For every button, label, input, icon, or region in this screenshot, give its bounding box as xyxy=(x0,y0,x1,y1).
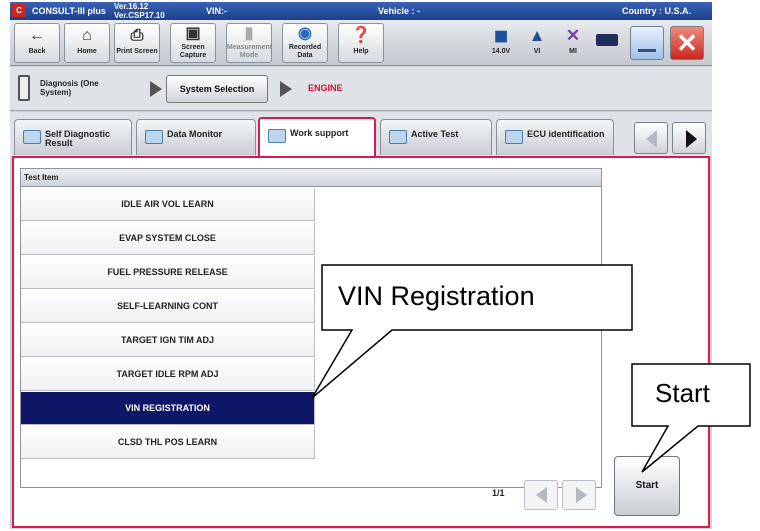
vi-status: ▲ VI xyxy=(520,24,554,55)
home-button[interactable]: ⌂ Home xyxy=(64,23,110,63)
start-callout-text: Start xyxy=(655,378,710,408)
home-icon: ⌂ xyxy=(82,27,92,44)
connector-icon xyxy=(596,34,618,46)
version-info: Ver.16.12 Ver.CSP17.10 xyxy=(114,2,165,20)
list-item[interactable]: TARGET IGN TIM ADJ xyxy=(21,324,315,357)
help-label: Help xyxy=(353,48,369,55)
list-item[interactable]: IDLE AIR VOL LEARN xyxy=(21,188,315,221)
list-item[interactable]: SELF-LEARNING CONT xyxy=(21,290,315,323)
list-item-selected[interactable]: VIN REGISTRATION xyxy=(21,392,315,425)
data-monitor-icon xyxy=(145,130,163,144)
country-label: Country : U.S.A. xyxy=(622,6,691,16)
tab-label: Self Diagnostic Result xyxy=(45,129,111,148)
ecu-identification-icon xyxy=(505,130,523,144)
consult-window: C CONSULT-III plus Ver.16.12 Ver.CSP17.1… xyxy=(10,2,712,529)
recorded-data-icon: ◉ xyxy=(298,25,312,42)
breadcrumb: Diagnosis (One System) System Selection … xyxy=(10,67,712,111)
version-line-2: Ver.CSP17.10 xyxy=(114,11,165,20)
home-label: Home xyxy=(77,48,97,55)
screen-capture-label: Screen Capture xyxy=(179,44,207,59)
close-button[interactable]: ✕ xyxy=(670,26,704,60)
screen-capture-button[interactable]: ▣ Screen Capture xyxy=(170,23,216,63)
back-button[interactable]: ← Back xyxy=(14,23,60,63)
left-arrow-icon xyxy=(536,487,547,503)
mi-label: MI xyxy=(569,48,577,55)
voltage-value: 14.0V xyxy=(491,48,511,55)
page-next-button[interactable] xyxy=(562,480,596,510)
back-label: Back xyxy=(28,48,46,55)
title-bar: C CONSULT-III plus Ver.16.12 Ver.CSP17.1… xyxy=(10,2,712,20)
left-arrow-icon xyxy=(646,130,657,148)
tab-label: Active Test xyxy=(411,129,459,139)
consult-logo-icon: C xyxy=(12,4,26,17)
vin-callout-text: VIN Registration xyxy=(338,281,535,311)
recorded-data-button[interactable]: ◉ Recorded Data xyxy=(282,23,328,63)
minimize-icon xyxy=(638,49,656,52)
list-item[interactable]: EVAP SYSTEM CLOSE xyxy=(21,222,315,255)
list-item[interactable]: CLSD THL POS LEARN xyxy=(21,426,315,459)
tab-active-test[interactable]: Active Test xyxy=(380,119,492,155)
breadcrumb-engine: ENGINE xyxy=(308,83,343,93)
page-indicator: 1/1 xyxy=(492,488,505,498)
tab-scroll-left-button[interactable] xyxy=(634,122,668,154)
back-arrow-icon: ← xyxy=(29,27,45,44)
measurement-mode-label: Measurement Mode xyxy=(227,44,273,59)
toolbar: ← Back ⌂ Home ⎙ Print Screen ▣ Screen Ca… xyxy=(10,20,712,66)
version-line-1: Ver.16.12 xyxy=(114,2,149,11)
vehicle-label: Vehicle : - xyxy=(378,6,421,16)
tab-data-monitor[interactable]: Data Monitor xyxy=(136,119,256,155)
start-button[interactable]: Start xyxy=(614,456,680,516)
measurement-mode-button[interactable]: ▮ Measurement Mode xyxy=(226,23,272,63)
test-item-list: Test Item IDLE AIR VOL LEARN EVAP SYSTEM… xyxy=(20,168,602,488)
mi-disconnected-icon: ✕ xyxy=(565,26,581,45)
test-item-header: Test Item xyxy=(21,169,601,187)
right-arrow-icon xyxy=(576,487,587,503)
print-screen-label: Print Screen xyxy=(116,48,158,55)
breadcrumb-diagnosis[interactable]: Diagnosis (One System) xyxy=(40,79,106,97)
tab-self-diagnostic-result[interactable]: Self Diagnostic Result xyxy=(14,119,132,155)
tab-label: ECU identification xyxy=(527,129,605,139)
battery-voltage-status: ◼ 14.0V xyxy=(484,24,518,55)
tab-label: Data Monitor xyxy=(167,129,222,139)
self-diagnostic-icon xyxy=(23,130,41,144)
tab-scroll-right-button[interactable] xyxy=(672,122,706,154)
meter-icon: ▮ xyxy=(244,25,254,42)
work-support-panel: Test Item IDLE AIR VOL LEARN EVAP SYSTEM… xyxy=(12,156,710,528)
vin-label: VIN:- xyxy=(206,6,227,16)
printer-icon: ⎙ xyxy=(130,27,144,44)
breadcrumb-arrow-icon xyxy=(280,81,292,97)
active-test-icon xyxy=(389,130,407,144)
tab-work-support[interactable]: Work support xyxy=(258,117,376,158)
camera-icon: ▣ xyxy=(185,25,201,42)
minimize-button[interactable] xyxy=(630,26,664,60)
breadcrumb-system-selection[interactable]: System Selection xyxy=(166,75,268,103)
list-item[interactable]: FUEL PRESSURE RELEASE xyxy=(21,256,315,289)
tab-bar: Self Diagnostic Result Data Monitor Work… xyxy=(10,112,712,158)
mi-status: ✕ MI xyxy=(556,24,590,55)
page-prev-button[interactable] xyxy=(524,480,558,510)
tab-label: Work support xyxy=(290,128,349,138)
tab-ecu-identification[interactable]: ECU identification xyxy=(496,119,614,155)
work-support-icon xyxy=(268,129,286,143)
signal-icon: ▲ xyxy=(528,26,546,45)
print-screen-button[interactable]: ⎙ Print Screen xyxy=(114,23,160,63)
app-name: CONSULT-III plus xyxy=(32,6,106,16)
list-item[interactable]: TARGET IDLE RPM ADJ xyxy=(21,358,315,391)
car-icon: ◼ xyxy=(493,26,509,45)
device-icon xyxy=(18,75,30,101)
recorded-data-label: Recorded Data xyxy=(288,44,322,59)
help-icon: ❓ xyxy=(351,27,371,44)
right-arrow-icon xyxy=(686,130,697,148)
close-icon: ✕ xyxy=(676,28,698,58)
vi-label: VI xyxy=(533,48,541,55)
help-button[interactable]: ❓ Help xyxy=(338,23,384,63)
breadcrumb-arrow-icon xyxy=(150,81,162,97)
